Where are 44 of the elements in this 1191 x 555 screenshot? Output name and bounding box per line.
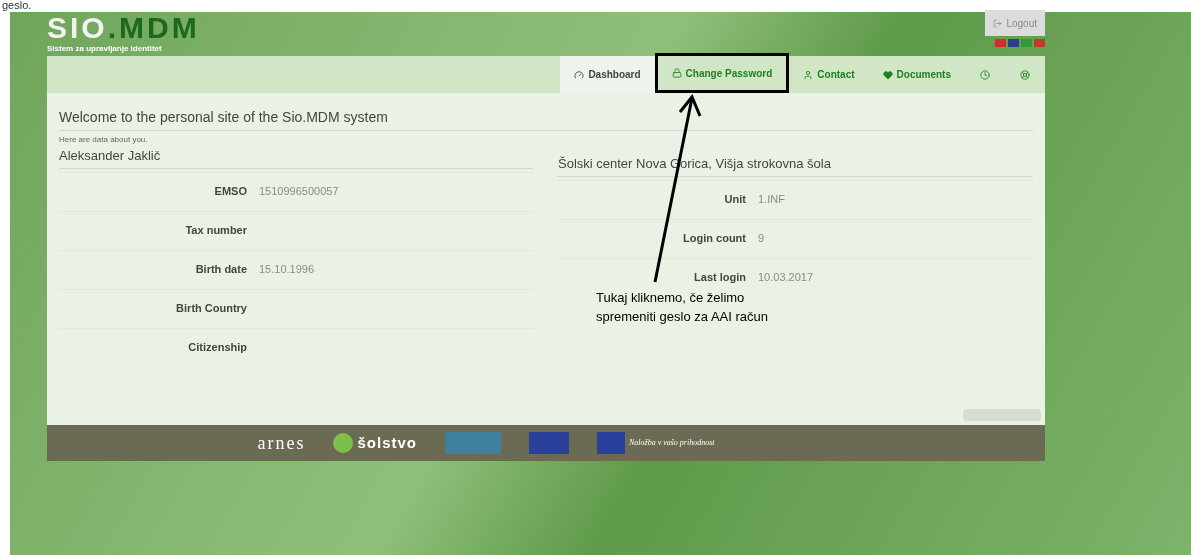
field-value: 1.INF bbox=[758, 192, 785, 208]
nav-tab[interactable]: Dashboard bbox=[560, 56, 655, 93]
field-label: Login count bbox=[682, 231, 747, 247]
field-label: EMSO bbox=[213, 184, 248, 200]
nav-tab[interactable]: Contact bbox=[789, 56, 869, 93]
field-label: Birth Country bbox=[175, 301, 248, 317]
caption-text: geslo. bbox=[2, 0, 32, 11]
logo-text: SIO bbox=[47, 13, 108, 43]
annotation-text: Tukaj kliknemo, če želimo spremeniti geslo za AAI račun bbox=[596, 289, 769, 326]
field-label: Citizenship bbox=[187, 340, 248, 356]
clock-icon bbox=[980, 69, 990, 80]
welcome-heading: Welcome to the personal site of the Sio.MDM system bbox=[59, 107, 1033, 131]
nav-tab[interactable]: Documents bbox=[868, 56, 965, 93]
lock-icon bbox=[671, 68, 682, 78]
nav-tab[interactable]: Change Password bbox=[657, 56, 787, 90]
subtitle-text: Sistem za upravljanje identitet bbox=[47, 43, 163, 55]
lifebuoy-icon bbox=[1020, 69, 1030, 80]
field-label: Last login bbox=[693, 270, 747, 286]
flag-icon[interactable] bbox=[1021, 39, 1032, 47]
arnes-logo-text: arnes bbox=[257, 431, 306, 455]
field-value: 10.03.2017 bbox=[758, 270, 814, 286]
heart-icon bbox=[882, 69, 893, 80]
e-logo-icon bbox=[333, 433, 354, 453]
logout-icon bbox=[993, 18, 1003, 28]
eu-flag-icon bbox=[528, 432, 569, 454]
solstvo-logo-text: šolstvo bbox=[357, 432, 417, 453]
person-name: Aleksander Jaklič bbox=[59, 146, 534, 169]
slogan-text: Naložba v vašo prihodnost bbox=[628, 437, 715, 449]
flag-icon[interactable] bbox=[1034, 39, 1045, 47]
field-value: 1510996500057 bbox=[259, 184, 339, 200]
eu-flag-icon bbox=[596, 432, 625, 454]
field-label: Birth date bbox=[194, 262, 248, 278]
social-fund-logo-icon bbox=[444, 432, 501, 454]
logout-button[interactable]: Logout bbox=[985, 10, 1045, 36]
flag-icon[interactable] bbox=[995, 39, 1006, 47]
field-label: Unit bbox=[723, 192, 747, 208]
flag-icon[interactable] bbox=[1008, 39, 1019, 47]
logo-text: .MDM bbox=[107, 13, 200, 43]
intro-text: Here are data about you. bbox=[59, 134, 149, 146]
field-value: 9 bbox=[758, 231, 765, 247]
field-label: Tax number bbox=[184, 223, 248, 239]
dashboard-icon bbox=[574, 69, 585, 80]
user-icon bbox=[803, 69, 814, 80]
field-value: 15.10.1996 bbox=[259, 262, 315, 278]
